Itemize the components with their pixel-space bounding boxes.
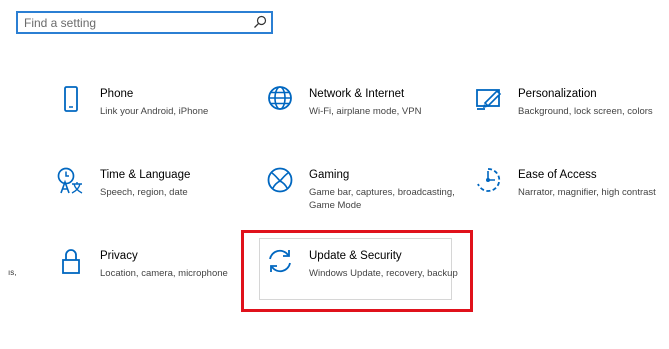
highlight-annotation-box [241,230,473,312]
tile-title: Gaming [309,169,350,181]
tile-phone[interactable]: Phone Link your Android, iPhone [57,86,267,148]
paint-brush-icon [476,89,502,110]
tile-ease-of-access[interactable]: Ease of Access Narrator, magnifier, high… [475,167,669,229]
tile-description: Game bar, captures, broadcasting, Game M… [309,187,455,211]
search-box[interactable] [16,11,273,34]
clipped-text: ıs, [8,268,17,277]
tile-description: Narrator, magnifier, high contrast [518,187,656,198]
globe-icon [268,86,292,110]
tile-title: Ease of Access [518,169,597,181]
tile-privacy[interactable]: Privacy Location, camera, microphone [57,248,267,310]
xbox-icon [267,167,293,193]
tile-personalization[interactable]: Personalization Background, lock screen,… [475,86,669,148]
tile-title: Network & Internet [309,88,405,100]
lock-icon [62,249,80,274]
phone-icon [64,86,78,112]
tile-description: Wi-Fi, airplane mode, VPN [309,106,422,117]
search-input[interactable] [24,13,244,32]
tile-description: Link your Android, iPhone [100,106,209,117]
tile-network-internet[interactable]: Network & Internet Wi-Fi, airplane mode,… [266,86,476,148]
tile-description: Speech, region, date [100,187,188,198]
tile-time-language[interactable]: Time & Language Speech, region, date [57,167,267,229]
time-language-icon [57,167,83,194]
tile-description: Background, lock screen, colors [518,106,653,117]
tile-title: Privacy [100,250,138,262]
tile-title: Phone [100,88,134,100]
tile-title: Time & Language [100,169,191,181]
tile-title: Personalization [518,88,597,100]
search-icon[interactable] [253,15,267,29]
tile-gaming[interactable]: Gaming Game bar, captures, broadcasting,… [266,167,476,229]
ease-of-access-icon [477,168,501,192]
